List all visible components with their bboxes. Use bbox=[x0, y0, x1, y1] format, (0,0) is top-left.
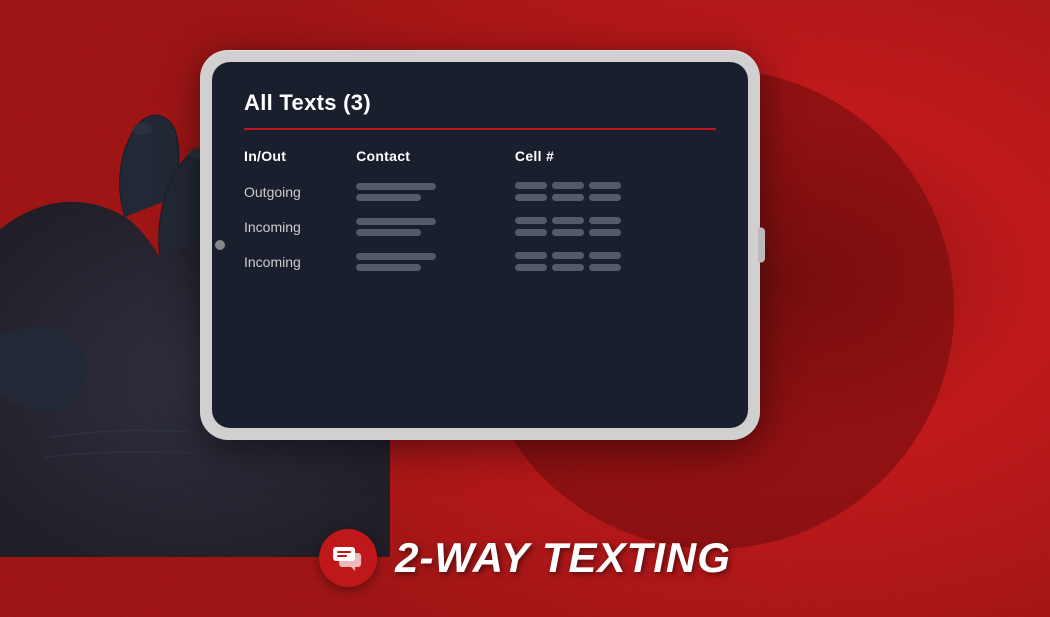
table-row: Incoming bbox=[244, 209, 716, 244]
cell-number bbox=[485, 174, 716, 209]
tablet-screen: All Texts (3) In/Out Contact Cell # Outg… bbox=[212, 62, 748, 428]
bottom-title: 2-WAY TEXTING bbox=[395, 534, 731, 582]
screen-divider bbox=[244, 128, 716, 130]
col-header-contact: Contact bbox=[326, 148, 485, 174]
chat-bubbles-icon bbox=[331, 543, 365, 573]
screen-table: In/Out Contact Cell # OutgoingIncomingIn… bbox=[244, 148, 716, 279]
cell-number bbox=[485, 209, 716, 244]
cell-contact bbox=[326, 244, 485, 279]
cell-contact bbox=[326, 209, 485, 244]
col-header-cell: Cell # bbox=[485, 148, 716, 174]
tablet-body: All Texts (3) In/Out Contact Cell # Outg… bbox=[200, 50, 760, 440]
tablet: All Texts (3) In/Out Contact Cell # Outg… bbox=[200, 50, 760, 440]
cell-number bbox=[485, 244, 716, 279]
cell-inout: Incoming bbox=[244, 209, 326, 244]
screen-title: All Texts (3) bbox=[244, 90, 716, 116]
cell-contact bbox=[326, 174, 485, 209]
table-row: Outgoing bbox=[244, 174, 716, 209]
bottom-banner: 2-WAY TEXTING bbox=[319, 529, 731, 587]
cell-inout: Outgoing bbox=[244, 174, 326, 209]
chat-icon-circle bbox=[319, 529, 377, 587]
cell-inout: Incoming bbox=[244, 244, 326, 279]
table-row: Incoming bbox=[244, 244, 716, 279]
col-header-inout: In/Out bbox=[244, 148, 326, 174]
